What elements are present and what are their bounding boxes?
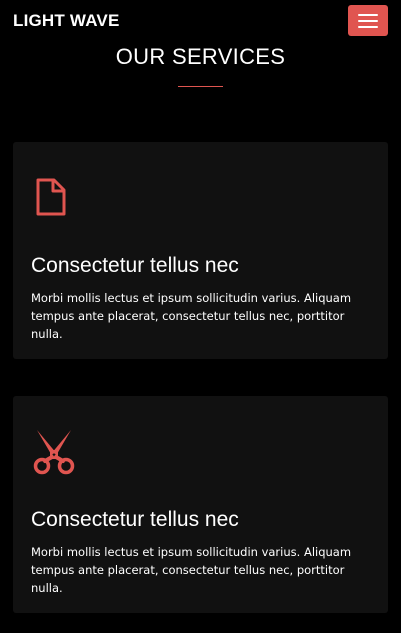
card-title: Consectetur tellus nec [31, 254, 239, 277]
scissors-icon [31, 428, 75, 475]
card-text: Morbi mollis lectus et ipsum sollicitudi… [31, 545, 352, 595]
navbar: LIGHT WAVE [0, 0, 401, 42]
hamburger-icon [358, 14, 378, 16]
brand-logo[interactable]: LIGHT WAVE [13, 11, 120, 31]
service-card: Consectetur tellus nec Morbi mollis lect… [13, 396, 388, 613]
hamburger-icon-bar [358, 20, 378, 22]
section-title: OUR SERVICES [115, 44, 286, 69]
document-icon [31, 176, 73, 218]
menu-toggle-button[interactable] [348, 5, 388, 36]
title-divider [178, 86, 223, 87]
card-text: Morbi mollis lectus et ipsum sollicitudi… [31, 291, 352, 341]
card-title: Consectetur tellus nec [31, 508, 239, 531]
service-card: Consectetur tellus nec Morbi mollis lect… [13, 142, 388, 359]
hamburger-icon-bar [358, 26, 378, 28]
